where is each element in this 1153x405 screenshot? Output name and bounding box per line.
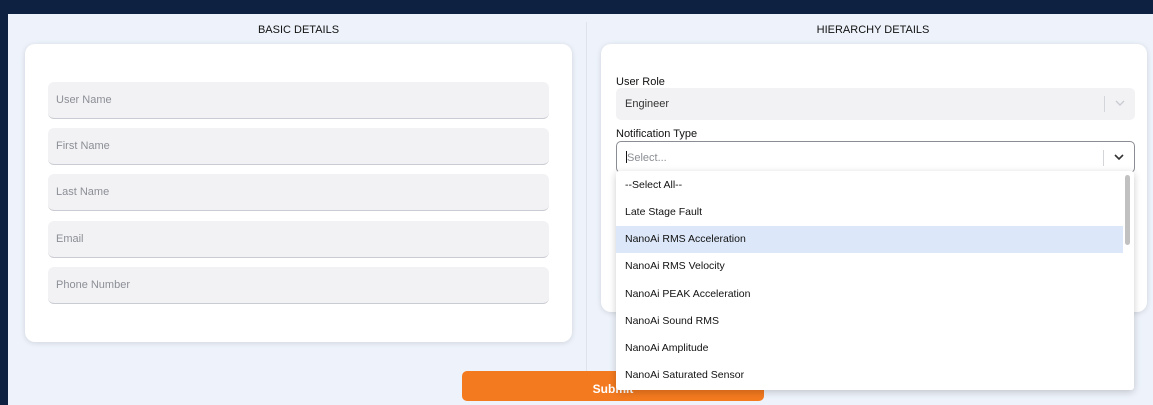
- option-late-stage-fault[interactable]: Late Stage Fault: [616, 199, 1123, 226]
- select-separator: [1104, 96, 1105, 112]
- user-role-label: User Role: [616, 76, 665, 88]
- option-nanoai-amplitude[interactable]: NanoAi Amplitude: [616, 335, 1123, 362]
- phone-number-field[interactable]: Phone Number: [48, 267, 549, 304]
- hierarchy-details-title: HIERARCHY DETAILS: [816, 24, 930, 36]
- user-role-select[interactable]: Engineer: [616, 88, 1135, 120]
- email-field[interactable]: Email: [48, 221, 549, 258]
- section-divider: [586, 22, 587, 382]
- basic-details-title: BASIC DETAILS: [257, 24, 340, 36]
- option-nanoai-saturated-sensor[interactable]: NanoAi Saturated Sensor: [616, 362, 1123, 389]
- dropdown-scrollbar[interactable]: [1125, 175, 1130, 245]
- user-name-field[interactable]: User Name: [48, 82, 549, 119]
- option-nanoai-sound-rms[interactable]: NanoAi Sound RMS: [616, 308, 1123, 335]
- option-nanoai-rms-acceleration[interactable]: NanoAi RMS Acceleration: [616, 226, 1123, 253]
- option-nanoai-rms-velocity[interactable]: NanoAi RMS Velocity: [616, 253, 1123, 280]
- option-nanoai-peak-acceleration[interactable]: NanoAi PEAK Acceleration: [616, 281, 1123, 308]
- chevron-down-icon: [1115, 100, 1125, 106]
- basic-details-card: User Name First Name Last Name Email Pho…: [25, 44, 572, 342]
- notification-type-placeholder: Select...: [627, 152, 667, 164]
- option-select-all[interactable]: --Select All--: [616, 172, 1123, 199]
- first-name-field[interactable]: First Name: [48, 128, 549, 165]
- chevron-down-icon[interactable]: [1114, 154, 1124, 161]
- user-role-value: Engineer: [625, 98, 670, 110]
- select-separator: [1103, 150, 1104, 166]
- notification-type-select[interactable]: Select...: [616, 141, 1135, 173]
- last-name-field[interactable]: Last Name: [48, 174, 549, 211]
- notification-type-dropdown: --Select All-- Late Stage Fault NanoAi R…: [616, 171, 1134, 390]
- notification-type-label: Notification Type: [616, 128, 698, 140]
